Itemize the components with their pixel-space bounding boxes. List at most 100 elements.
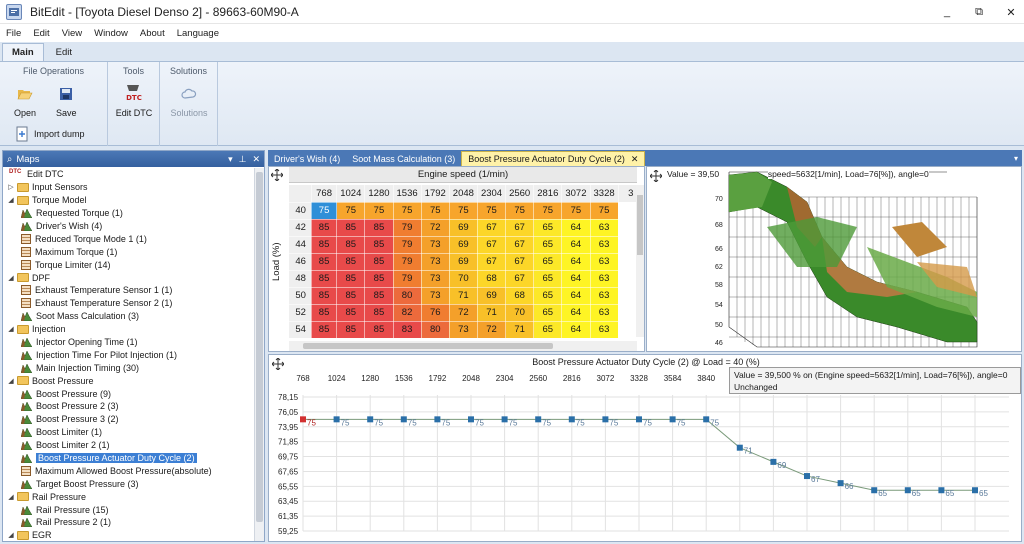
grid-cell[interactable]: 65 [533,321,563,339]
grid-cell[interactable]: 69 [449,236,478,254]
tree-map-item[interactable]: Boost Pressure 3 (2) [3,413,254,426]
grid-cell[interactable]: 75 [590,202,619,220]
tab-list-icon[interactable]: ▾ [1014,154,1018,163]
grid-cell[interactable]: 65 [533,236,563,254]
grid-cell[interactable]: 65 [533,287,563,305]
data-point[interactable] [602,416,609,423]
grid-cell[interactable]: 67 [505,270,535,288]
grid-cell[interactable]: 69 [449,219,478,237]
grid-cell[interactable]: 85 [336,236,366,254]
grid-cell[interactable]: 85 [364,321,394,339]
grid-cell[interactable]: 79 [393,236,422,254]
menu-view[interactable]: View [56,28,88,39]
tree-map-item[interactable]: Exhaust Temperature Sensor 1 (1) [3,284,254,297]
tree-map-item[interactable]: Exhaust Temperature Sensor 2 (1) [3,297,254,310]
data-point[interactable] [804,473,810,480]
grid-cell[interactable]: 75 [533,202,563,220]
grid-cell[interactable]: 85 [336,321,366,339]
tab-soot-mass[interactable]: Soot Mass Calculation (3) [346,151,461,166]
data-point[interactable] [669,416,676,423]
grid-cell[interactable]: 68 [477,270,507,288]
grid-cell[interactable]: 73 [421,236,450,254]
grid-cell[interactable]: 64 [561,236,591,254]
grid-cell[interactable]: 64 [561,219,591,237]
menu-window[interactable]: Window [88,28,134,39]
expanded-arrow-icon[interactable]: ◢ [7,493,15,501]
tree-folder[interactable]: ◢ DPF [3,271,254,284]
data-point[interactable] [468,416,474,423]
menu-file[interactable]: File [0,28,27,39]
expanded-arrow-icon[interactable]: ◢ [7,377,15,385]
tree-map-item[interactable]: Torque Limiter (14) [3,258,254,271]
grid-cell[interactable]: 85 [336,219,366,237]
tree-map-item[interactable]: Injection Time For Pilot Injection (1) [3,348,254,361]
solutions-button[interactable]: Solutions [166,86,212,118]
tree-map-item[interactable]: Reduced Torque Mode 1 (1) [3,232,254,245]
maps-scrollbar[interactable] [254,168,264,541]
tab-boost-actuator[interactable]: Boost Pressure Actuator Duty Cycle (2) ✕ [461,151,646,166]
data-point[interactable] [972,487,978,494]
grid-cell[interactable]: 67 [477,253,507,271]
column-header[interactable]: 2816 [533,185,563,203]
tree-map-item[interactable]: DTC Edit DTC [3,168,254,181]
move-icon[interactable] [271,169,283,181]
tree-map-item[interactable]: Boost Limiter 2 (1) [3,439,254,452]
grid-cell[interactable]: 82 [393,304,422,322]
grid-cell[interactable]: 85 [311,236,338,254]
menu-language[interactable]: Language [171,28,225,39]
grid-cell[interactable]: 72 [421,219,450,237]
tab-drivers-wish[interactable]: Driver's Wish (4) [268,151,346,166]
expanded-arrow-icon[interactable]: ◢ [7,274,15,282]
data-point[interactable] [300,416,306,423]
grid-cell[interactable]: 85 [311,321,338,339]
grid-cell[interactable]: 65 [533,219,563,237]
grid-cell[interactable]: 83 [393,321,422,339]
grid-cell[interactable]: 75 [421,202,450,220]
close-icon[interactable]: ✕ [1004,6,1018,19]
grid-cell[interactable]: 85 [364,304,394,322]
grid-cell[interactable]: 63 [590,219,619,237]
grid-cell[interactable]: 75 [311,202,338,220]
grid-cell[interactable]: 69 [449,253,478,271]
column-header[interactable]: 768 [311,185,338,203]
data-point[interactable] [871,487,878,494]
grid-cell[interactable]: 73 [421,270,450,288]
grid-cell[interactable]: 64 [561,253,591,271]
grid-cell[interactable]: 63 [590,321,619,339]
grid-cell[interactable]: 85 [311,219,338,237]
grid-cell[interactable]: 63 [590,287,619,305]
row-header[interactable]: 52 [289,304,312,322]
grid-cell[interactable]: 67 [505,236,535,254]
menu-about[interactable]: About [134,28,171,39]
data-point[interactable] [367,416,374,423]
grid-cell[interactable]: 75 [336,202,366,220]
grid-cell[interactable]: 73 [449,321,478,339]
data-point[interactable] [568,416,575,423]
grid-cell[interactable]: 80 [393,287,422,305]
grid-cell[interactable]: 65 [533,304,563,322]
grid-cell[interactable]: 73 [421,253,450,271]
grid-cell[interactable]: 73 [421,287,450,305]
grid-cell[interactable]: 63 [590,304,619,322]
grid-vertical-scrollbar[interactable] [636,185,644,337]
row-header[interactable]: 40 [289,202,312,220]
grid-cell[interactable]: 63 [590,253,619,271]
data-point[interactable] [837,480,844,487]
tree-map-item[interactable]: Target Boost Pressure (3) [3,477,254,490]
column-header[interactable]: 1536 [393,185,422,203]
scroll-thumb[interactable] [303,343,553,349]
grid-cell[interactable]: 85 [364,287,394,305]
grid-cell[interactable]: 71 [449,287,478,305]
tree-map-item[interactable]: Requested Torque (1) [3,207,254,220]
data-point[interactable] [501,416,508,423]
grid-cell[interactable]: 85 [336,287,366,305]
minimize-icon[interactable]: _ [940,6,954,18]
grid-cell[interactable]: 68 [505,287,535,305]
grid-cell[interactable]: 63 [590,270,619,288]
pin-icon[interactable]: ⊥ [239,154,247,165]
column-header[interactable]: 1280 [364,185,394,203]
restore-icon[interactable]: ⧉ [972,6,986,19]
grid-cell[interactable]: 76 [421,304,450,322]
expanded-arrow-icon[interactable]: ◢ [7,196,15,204]
tree-map-item[interactable]: Main Injection Timing (30) [3,361,254,374]
